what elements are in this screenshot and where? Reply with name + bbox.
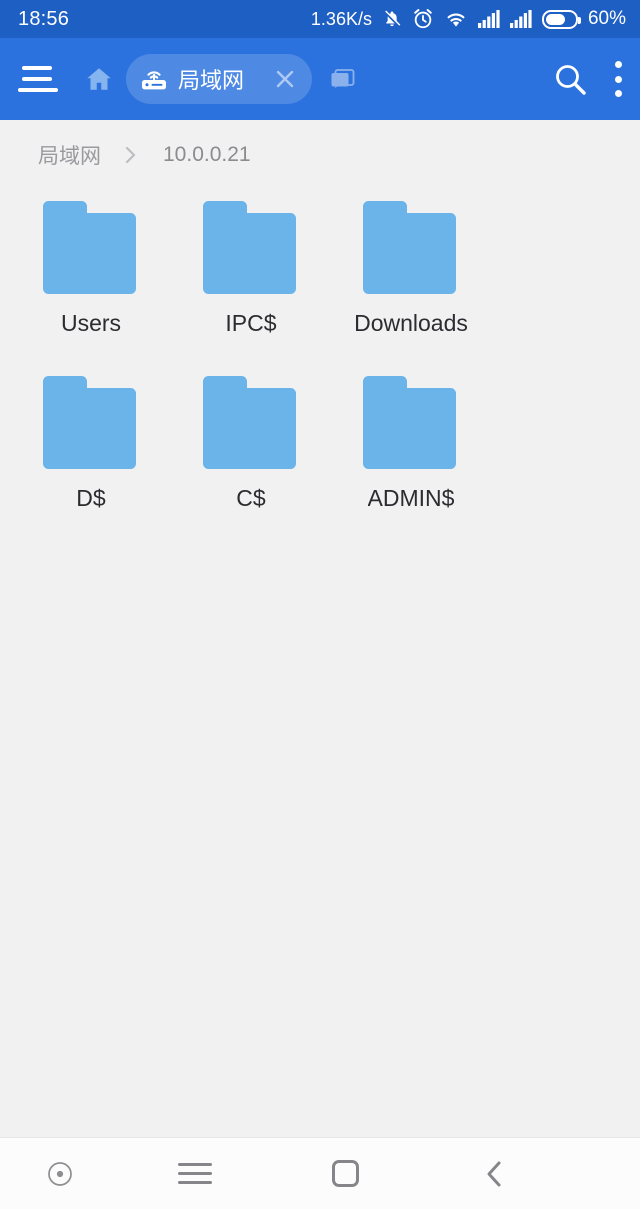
folder-icon	[357, 373, 465, 473]
file-grid-item[interactable]: ADMIN$	[331, 365, 491, 512]
close-icon[interactable]	[270, 64, 300, 94]
router-icon	[140, 67, 168, 91]
battery-percent-text: 60%	[587, 8, 626, 29]
folder-icon	[357, 198, 465, 298]
file-grid-item-label: C$	[236, 485, 266, 511]
signal-bars-icon	[477, 10, 500, 28]
file-grid-item-label: ADMIN$	[367, 485, 455, 511]
bell-muted-icon	[382, 8, 402, 30]
assistive-touch-icon[interactable]	[0, 1159, 120, 1189]
folder-icon	[37, 198, 145, 298]
chevron-right-icon	[125, 145, 137, 165]
folder-icon	[197, 198, 305, 298]
file-grid-item-label: Downloads	[354, 310, 468, 336]
phone-screen: 18:56 1.36K/s 60% 局域网 局域网 10.0.0.21 User…	[0, 0, 640, 1209]
hamburger-menu-icon[interactable]	[18, 63, 60, 95]
menu-icon[interactable]	[120, 1162, 270, 1186]
breadcrumb: 局域网 10.0.0.21	[0, 120, 640, 190]
tabs-stack-icon[interactable]	[330, 67, 356, 91]
file-grid: Users IPC$ Downloads D$ C$ ADMIN$	[0, 190, 640, 540]
tab-label: 局域网	[178, 68, 245, 93]
network-speed-text: 1.36K/s	[310, 8, 372, 29]
status-bar: 18:56 1.36K/s 60%	[0, 0, 640, 38]
folder-icon	[197, 373, 305, 473]
back-icon[interactable]	[420, 1159, 570, 1189]
file-grid-item-label: D$	[76, 485, 106, 511]
status-clock: 18:56	[18, 7, 70, 30]
file-grid-item[interactable]: C$	[171, 365, 331, 512]
signal-bars-icon	[509, 10, 532, 28]
home-icon[interactable]	[84, 64, 114, 94]
status-icons: 1.36K/s 60%	[311, 8, 626, 30]
file-grid-item-label: Users	[60, 310, 122, 336]
file-grid-item[interactable]: D$	[11, 365, 171, 512]
system-nav-bar	[0, 1137, 640, 1209]
home-icon[interactable]	[270, 1160, 420, 1187]
more-vertical-icon[interactable]	[614, 61, 622, 97]
file-grid-item-label: IPC$	[225, 310, 277, 336]
breadcrumb-item-current[interactable]: 10.0.0.21	[163, 143, 251, 167]
search-icon[interactable]	[552, 61, 588, 97]
breadcrumb-item-root[interactable]: 局域网	[38, 140, 101, 170]
wifi-icon	[444, 9, 468, 29]
tab-strip: 局域网	[126, 54, 356, 104]
file-grid-item[interactable]: Users	[11, 190, 171, 337]
tab-active[interactable]: 局域网	[126, 54, 313, 104]
alarm-clock-icon	[412, 8, 434, 30]
toolbar-actions	[552, 61, 622, 97]
file-grid-item[interactable]: Downloads	[331, 190, 491, 337]
file-grid-item[interactable]: IPC$	[171, 190, 331, 337]
folder-icon	[37, 373, 145, 473]
battery-icon	[541, 9, 581, 29]
app-toolbar: 局域网	[0, 38, 640, 120]
